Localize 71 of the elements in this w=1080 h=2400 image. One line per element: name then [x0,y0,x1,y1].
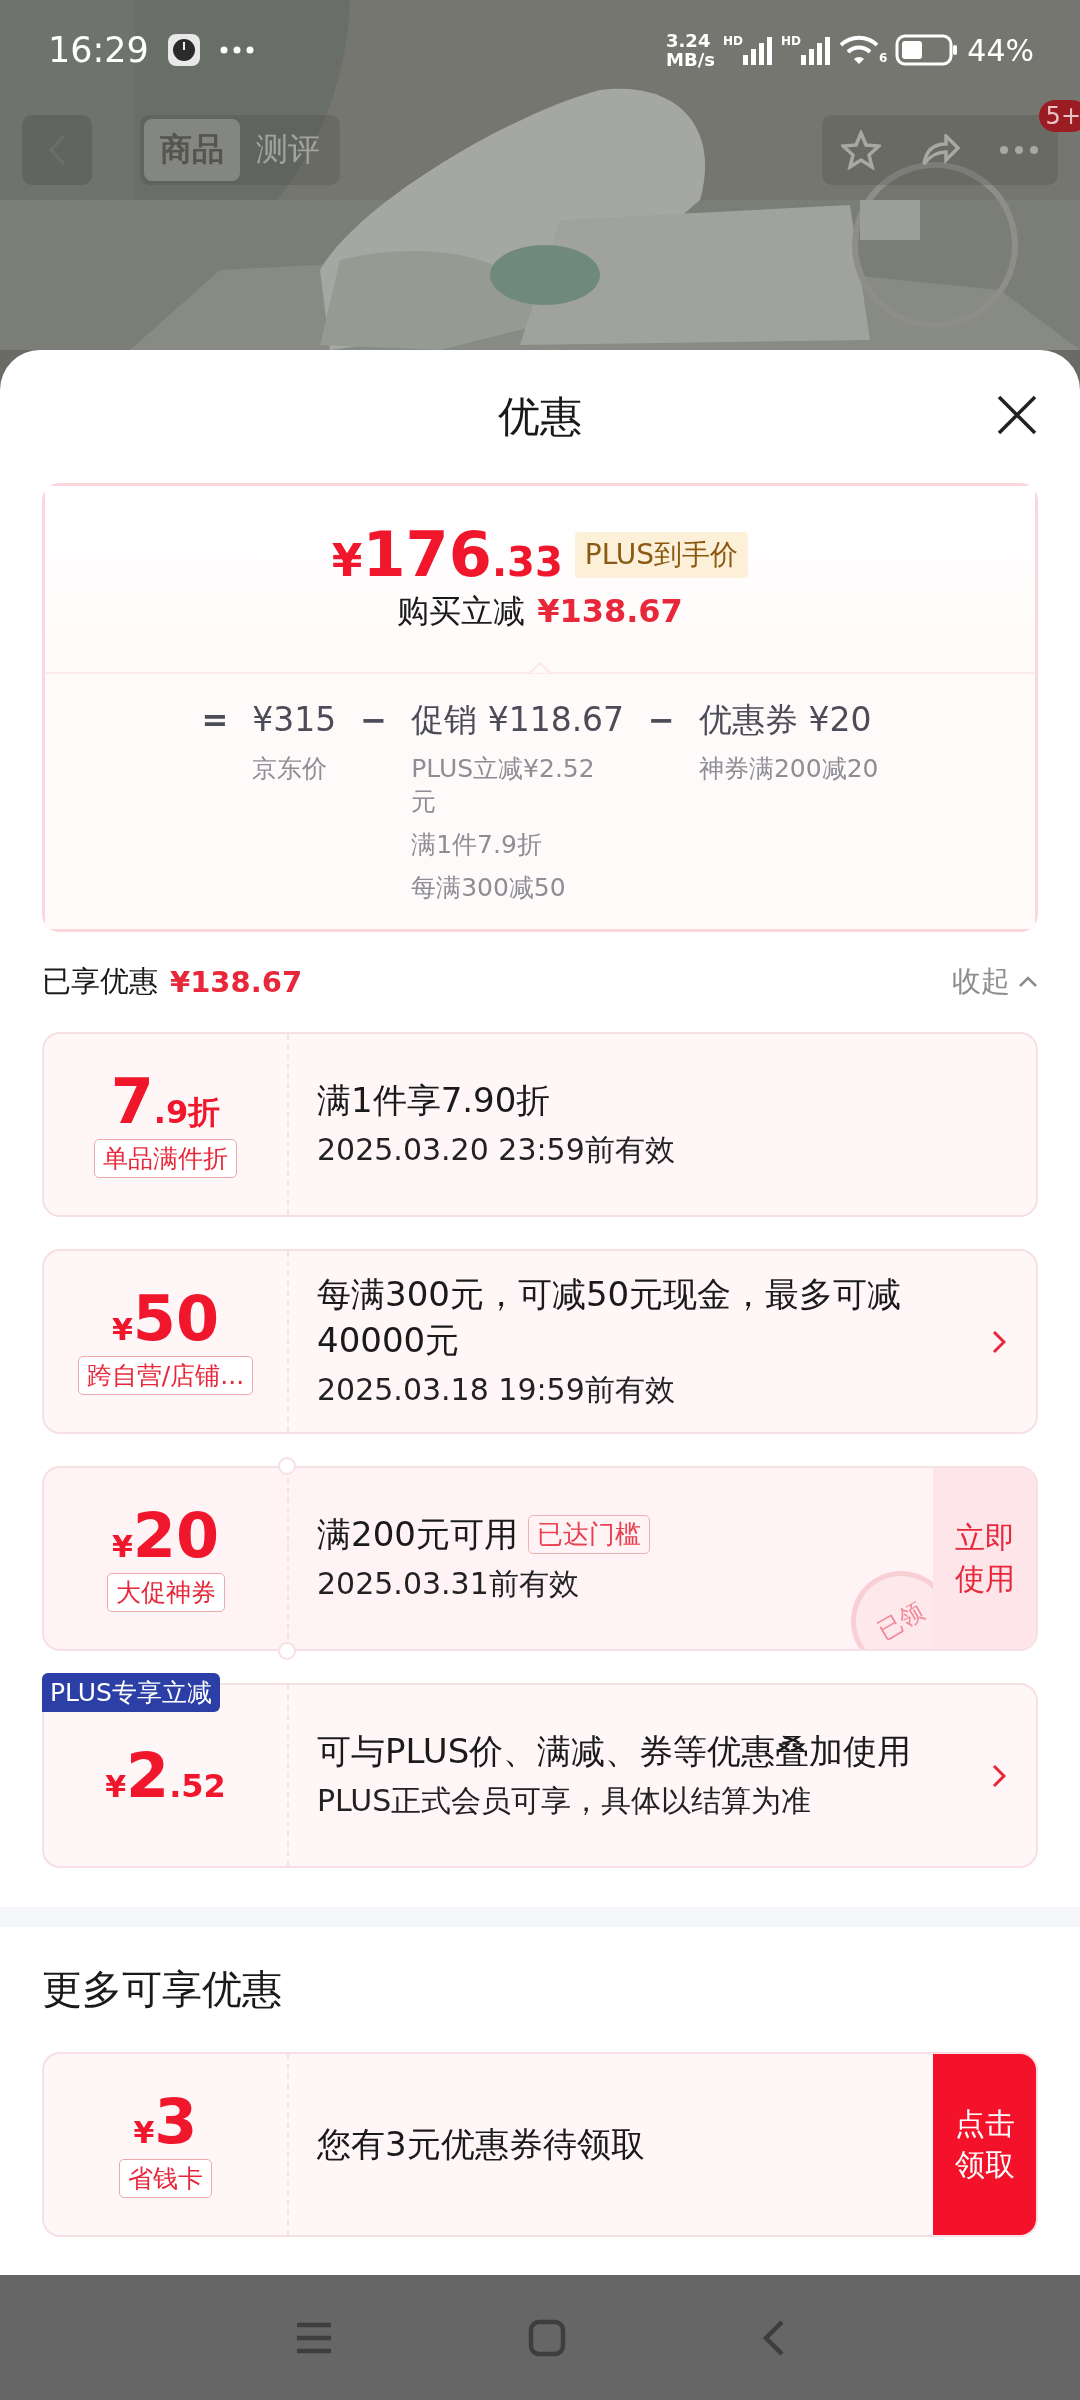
math-operator: = [201,700,229,741]
price-tag: PLUS到手价 [574,532,749,578]
status-time: 16:29 [48,30,149,70]
coupon-value: ¥2.52 [105,1744,226,1807]
more-button[interactable] [998,145,1039,155]
clock-app-icon [166,33,201,67]
applied-amount: ¥138.67 [170,965,303,999]
more-dots-icon [998,145,1039,155]
coupon-title: 您有3元优惠券待领取 [317,2122,645,2166]
breakdown-note: 满1件7.9折 [411,829,543,861]
corner-label: PLUS专享立减 [42,1673,220,1712]
section-heading: 更多可享优惠 [42,1965,282,2014]
coupon-title: 满1件享7.90折 [317,1079,551,1123]
page-tab[interactable]: 测评 [240,119,336,181]
back-icon [761,2318,785,2357]
star-button[interactable] [841,130,882,170]
coupon-title: 每满300元，可减50元现金，最多可减40000元 [317,1273,903,1362]
network-speed: 3.24 [666,31,711,50]
battery-icon [895,34,960,66]
final-price: ¥176.33 [331,524,563,586]
coupon-value: ¥50 [111,1288,220,1350]
signal-icon [742,35,773,65]
claim-button[interactable]: 立即使用 [933,1468,1036,1649]
battery-percent: 44% [967,32,1034,68]
sheet-title: 优惠 [498,390,582,443]
home-button[interactable] [528,2318,566,2357]
math-operator: − [360,700,388,741]
coupon-tag: 单品满件折 [94,1139,237,1178]
breakdown-note: 每满300减50 [411,872,567,904]
coupon-subtitle: 2025.03.31前有效 [317,1564,580,1603]
coupon-value: ¥3 [133,2091,198,2153]
status-tag: 已达门槛 [527,1515,650,1555]
coupon-title: 满200元可用 [317,1513,518,1557]
caret-up-icon [1018,976,1038,988]
coupon-subtitle: 2025.03.20 23:59前有效 [317,1130,676,1169]
coupon-tag: 省钱卡 [119,2159,212,2198]
coupon-value: 7.9折 [110,1071,221,1133]
breakdown-note: 神券满200减20 [698,753,879,785]
collapse-toggle[interactable]: 收起 [952,962,1038,1002]
square-icon [528,2318,566,2357]
coupon-title: 可与PLUS价、满减、券等优惠叠加使用 [317,1730,912,1774]
coupon-subtitle: PLUS正式会员可享，具体以结算为准 [317,1781,813,1820]
back-button[interactable] [761,2318,785,2357]
close-icon [996,394,1038,436]
breakdown-amount: ¥315 [252,699,337,741]
breakdown-amount: 促销 ¥118.67 [411,699,625,741]
breakdown-amount: 优惠券 ¥20 [698,699,873,741]
saving-label: 购买立减 [397,591,526,632]
applied-label: 已享优惠 [42,963,158,1000]
saving-amount: ¥138.67 [537,592,683,630]
menu-icon [295,2320,333,2355]
share-button[interactable] [920,134,960,166]
share-icon [920,134,960,166]
math-operator: − [648,700,675,741]
more-dots-icon [218,45,255,55]
network-type-label: HD [780,35,801,47]
network-type-label: HD [722,35,743,47]
speed-unit: MB/s [666,50,715,69]
coupon-tag: 跨自营/店铺... [77,1356,254,1395]
star-icon [841,130,882,170]
close-button[interactable] [996,394,1038,436]
coupon-tag: 大促神券 [106,1573,225,1612]
signal-icon [800,35,831,65]
wifi-icon [838,35,879,65]
coupon-subtitle: 2025.03.18 19:59前有效 [317,1370,676,1409]
wifi-label: 6 [878,51,888,65]
breakdown-note: 京东价 [252,753,329,785]
breakdown-note: PLUS立减¥2.52元 [411,753,596,818]
claim-button[interactable]: 点击领取 [933,2054,1036,2235]
coupon-value: ¥20 [111,1505,220,1567]
menu-button[interactable] [295,2320,333,2355]
